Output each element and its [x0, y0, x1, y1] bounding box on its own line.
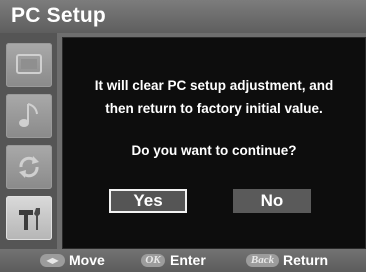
sidebar-item-setup[interactable] — [6, 196, 52, 240]
sidebar-item-sound[interactable] — [6, 94, 52, 138]
move-hint-label: Move — [69, 252, 105, 268]
sidebar — [0, 33, 57, 249]
dialog-message-line-1: It will clear PC setup adjustment, and — [94, 78, 334, 93]
ok-icon: OK — [141, 254, 165, 267]
back-icon: Back — [246, 254, 279, 267]
page-title: PC Setup — [11, 4, 106, 27]
confirmation-dialog: It will clear PC setup adjustment, and t… — [62, 37, 366, 249]
tools-icon — [19, 208, 40, 230]
enter-hint-label: Enter — [170, 252, 206, 268]
dialog-message-line-2: then return to factory initial value. — [105, 101, 323, 116]
sidebar-item-picture[interactable] — [6, 43, 52, 87]
screen: PC Setup It will clear PC setup adjustme… — [0, 0, 369, 272]
no-button[interactable]: No — [233, 189, 311, 213]
music-note-icon — [19, 103, 38, 127]
sidebar-item-channel[interactable] — [6, 145, 52, 189]
dialog-question: Do you want to continue? — [131, 143, 297, 158]
recycle-arrows-icon — [19, 156, 39, 178]
screen-icon — [16, 54, 42, 74]
pc-setup-menu: PC Setup It will clear PC setup adjustme… — [0, 0, 366, 272]
left-right-arrows-icon: ◀▶ — [40, 254, 65, 267]
footer-hints: ◀▶ Move OK Enter Back Return — [0, 249, 366, 272]
yes-button[interactable]: Yes — [109, 189, 187, 213]
title-bar: PC Setup — [0, 0, 366, 33]
return-hint-label: Return — [283, 252, 329, 268]
